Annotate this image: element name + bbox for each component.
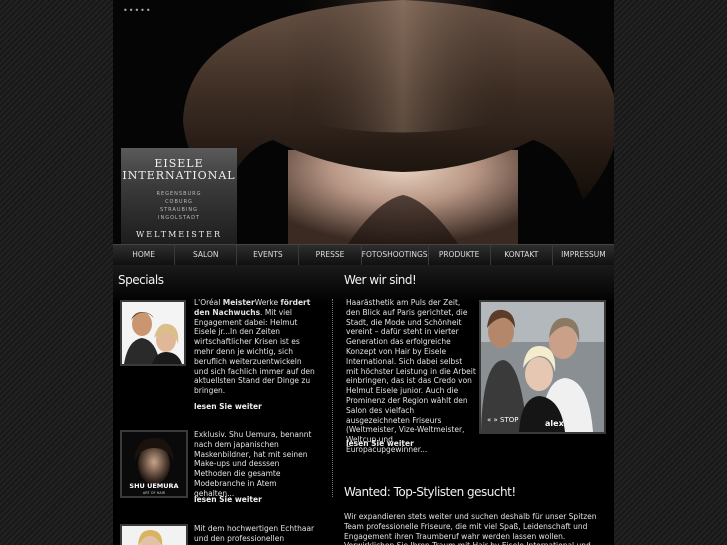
special-2-text: Exklusiv. Shu Uemura, benannt nach dem j… bbox=[194, 430, 312, 498]
about-text: Haarästhetik am Puls der Zeit, den Blick… bbox=[346, 298, 476, 454]
special-1-bold-brand: Meister bbox=[222, 298, 255, 307]
logo-city: INGOLSTADT bbox=[158, 215, 200, 221]
slideshow-controls[interactable]: « » STOP bbox=[487, 416, 518, 424]
column-divider bbox=[332, 299, 333, 497]
logo-wordmark: EISELE INTERNATIONAL bbox=[121, 158, 237, 182]
slideshow-dots[interactable]: ••••• bbox=[123, 6, 152, 15]
hair-extension-photo bbox=[122, 526, 186, 545]
logo-city: STRAUBING bbox=[159, 207, 199, 213]
svg-text:alex: alex bbox=[545, 419, 565, 428]
about-read-more-link[interactable]: lesen Sie weiter bbox=[346, 439, 414, 448]
nav-impressum[interactable]: IMPRESSUM bbox=[553, 245, 614, 265]
logo-cities: REGENSBURG COBURG STRAUBING INGOLSTADT bbox=[121, 190, 237, 222]
nav-salon[interactable]: SALON bbox=[175, 245, 238, 265]
main-content: Specials L'Oréal MeisterWerke fördert de… bbox=[113, 265, 614, 545]
main-navigation: HOME SALON EVENTS PRESSE FOTOSHOOTINGS P… bbox=[113, 244, 614, 265]
special-1-pre: L'Oréal bbox=[194, 298, 223, 307]
special-1-mid: Werke bbox=[254, 298, 281, 307]
about-title: Wer wir sind! bbox=[344, 273, 417, 287]
stylist-photo bbox=[122, 302, 184, 364]
logo-city: REGENSBURG bbox=[156, 191, 202, 197]
nav-home[interactable]: HOME bbox=[113, 245, 176, 265]
special-2-image[interactable]: SHU UEMURA ART OF HAIR bbox=[120, 430, 188, 498]
logo-line-2: INTERNATIONAL bbox=[122, 169, 236, 182]
special-2-read-more-link[interactable]: lesen Sie weiter bbox=[194, 495, 262, 504]
nav-kontakt[interactable]: KONTAKT bbox=[491, 245, 553, 265]
logo-tagline: WELTMEISTER bbox=[136, 230, 222, 239]
special-1-text: L'Oréal MeisterWerke fördert den Nachwuc… bbox=[194, 298, 316, 396]
special-3-image[interactable] bbox=[120, 524, 188, 545]
logo-city: COBURG bbox=[165, 199, 193, 205]
nav-events[interactable]: EVENTS bbox=[237, 245, 300, 265]
specials-title: Specials bbox=[118, 273, 164, 287]
shu-uemura-logo-text: SHU UEMURA bbox=[129, 482, 179, 490]
salon-photo: alex bbox=[481, 302, 604, 432]
shu-uemura-logo-subtext: ART OF HAIR bbox=[142, 491, 166, 495]
nav-produkte[interactable]: PRODUKTE bbox=[429, 245, 491, 265]
page-container: ••••• EISELE INTERNATIONAL REGENSBURG CO… bbox=[113, 0, 614, 545]
salon-slideshow[interactable]: alex « » STOP bbox=[479, 300, 606, 434]
nav-fotoshootings[interactable]: FOTOSHOOTINGS bbox=[362, 245, 429, 265]
hero-banner: ••••• EISELE INTERNATIONAL REGENSBURG CO… bbox=[113, 0, 614, 244]
special-1-rest: . Mit viel Engagement dabei: Helmut Eise… bbox=[194, 307, 315, 396]
brand-logo[interactable]: EISELE INTERNATIONAL REGENSBURG COBURG S… bbox=[121, 148, 237, 244]
special-1-image[interactable] bbox=[120, 300, 186, 366]
special-1-read-more-link[interactable]: lesen Sie weiter bbox=[194, 402, 262, 411]
wanted-title: Wanted: Top-Stylisten gesucht! bbox=[344, 485, 516, 499]
nav-presse[interactable]: PRESSE bbox=[299, 245, 362, 265]
wanted-text: Wir expandieren stets weiter und suchen … bbox=[344, 512, 597, 545]
special-3-text: Mit dem hochwertigen Echthaar und den pr… bbox=[194, 524, 315, 543]
